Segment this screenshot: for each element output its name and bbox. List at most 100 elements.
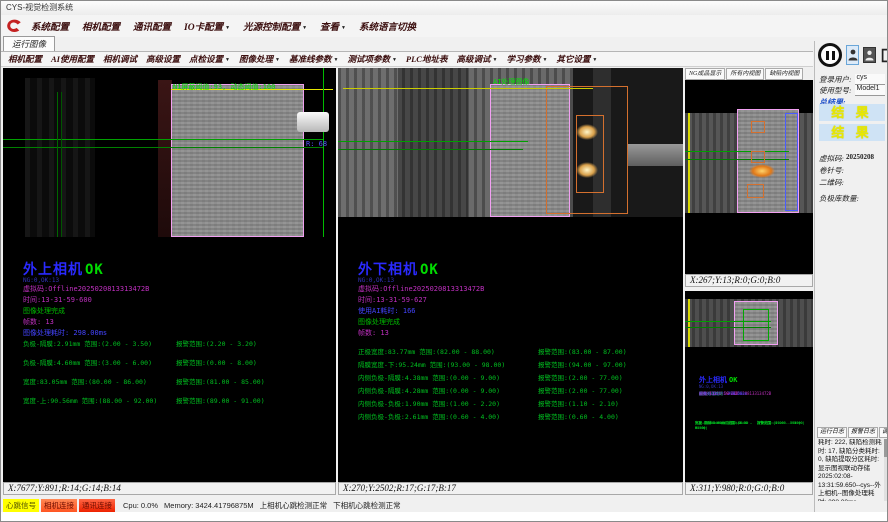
tab-run-image[interactable]: 运行图像: [3, 36, 55, 51]
measure-line-green: [685, 321, 771, 322]
measure-line-green: [3, 139, 323, 140]
ai-overlay-text: AI处理图像: [493, 77, 529, 87]
toolbar-item[interactable]: AI使用配置: [51, 53, 94, 65]
preview-top-view[interactable]: [685, 80, 813, 274]
measurement-alarm-range: 报警范围:(94.00 - 97.00): [538, 359, 627, 372]
exit-door-icon: [881, 48, 888, 63]
lower-camera-heartbeat-text: 下相机心跳检测正常: [333, 500, 401, 511]
memory-usage-text: Memory: 3424.41796875M: [164, 501, 254, 510]
dropdown-caret-icon: [223, 23, 230, 33]
exit-button[interactable]: [880, 45, 888, 65]
toolbar-item[interactable]: 高级设置: [146, 53, 180, 65]
camera-info-lines: 虚拟码:Offline2025020813313472B 时间:13-31-59…: [23, 284, 149, 339]
ai-detect-box-orange: [751, 151, 765, 163]
baseline-overlay-yellow: [343, 88, 593, 89]
measurement-row: 正极宽度:83.77mm 范围:(82.00 - 88.00) 报警范围:(83…: [358, 346, 677, 359]
heartbeat-status-badge: 心跳信号: [3, 499, 39, 512]
barcode-line: 虚拟码:Offline2025020813313472B: [23, 284, 149, 295]
measure-line-green: [685, 159, 789, 160]
time-line: 时间:13-31-59-600: [23, 295, 149, 306]
measurement-row: 内侧负极-隔膜:4.28mm 范围:(0.00 - 9.00) 报警范围:(2.…: [358, 385, 677, 398]
baseline-overlay-yellow: [688, 113, 690, 213]
measurement-value: 负极-隔膜:2.91mm 范围:(2.00 - 3.50): [23, 338, 176, 357]
log-tab[interactable]: 运行日志: [817, 427, 847, 438]
app-logo-icon: [5, 18, 23, 34]
total-result-blocks: 结 果 结 果: [819, 104, 885, 144]
toolbar-item[interactable]: 高级调试: [456, 53, 497, 65]
menu-item[interactable]: 相机配置: [82, 19, 120, 33]
menu-item[interactable]: 光源控制配置: [243, 19, 307, 33]
window-bottom-strip: [1, 512, 888, 522]
preview-tab[interactable]: 所有内视图: [726, 68, 764, 80]
menu-item[interactable]: 查看: [320, 19, 346, 33]
window-title: CYS-视觉检测系统: [6, 3, 73, 12]
menu-item[interactable]: 系统配置: [31, 19, 69, 33]
tab-connector-blob: [297, 112, 329, 132]
defect-highlight-blob: [576, 124, 598, 140]
ok-ng-counter: NG:0,OK:13: [358, 277, 394, 284]
toolbar-item[interactable]: 测试项参数: [347, 53, 396, 65]
measurement-value: 内侧负极-负极:1.90mm 范围:(1.00 - 2.20): [358, 398, 538, 411]
user-switch-button[interactable]: [863, 47, 876, 63]
toolbar-item[interactable]: 其它设置: [556, 53, 597, 65]
preview-bottom-view[interactable]: 外上相机OK NG:0,OK:13 虚拟码:Offline20250208133…: [685, 291, 813, 482]
menu-item[interactable]: IO卡配置: [184, 19, 230, 33]
model-value: Model1: [855, 85, 885, 96]
needle-number-label: 卷针号:: [819, 165, 844, 176]
user-icon: [848, 49, 858, 61]
left-camera-coords-bar: X:7677;Y:891;R:14;G:14;B:14: [3, 482, 336, 495]
log-tab[interactable]: 报警日志: [848, 427, 878, 438]
camera-link-status-badge: 相机连接: [41, 499, 77, 512]
camera-title: 外上相机OK: [23, 259, 104, 279]
upper-camera-heartbeat-text: 上相机心跳检测正常: [260, 500, 328, 511]
preview-tab[interactable]: 缺陷内视图: [765, 68, 803, 80]
measure-line-green: [3, 147, 323, 148]
right-camera-results: 外下相机OK NG:0,OK:13 虚拟码:Offline20250208133…: [338, 217, 683, 482]
log-tab[interactable]: 调试日志: [879, 427, 888, 438]
ai-detect-box-orange: [751, 121, 765, 133]
process-done-line: 图像处理完成: [23, 306, 149, 317]
measurement-row: 宽度-上:90.56mm 范围:(88.00 - 92.00) 报警范围:(89…: [695, 421, 805, 430]
toolbar-item[interactable]: 图像处理: [239, 53, 280, 65]
barcode-value: 20250208: [846, 153, 874, 164]
toolbar-item[interactable]: 点检设置: [189, 53, 230, 65]
menu-item[interactable]: 通讯配置: [133, 19, 171, 33]
log-scrollbar[interactable]: [884, 439, 888, 501]
user-login-button[interactable]: [846, 45, 859, 65]
toolbar-item[interactable]: 基准线参数: [289, 53, 338, 65]
left-camera-view[interactable]: N1屏蔽阈值:93, 动态阈值:100 R: 68: [3, 68, 336, 237]
toolbar-item[interactable]: 学习参数: [506, 53, 547, 65]
frame-count-line: 帧数: 13: [358, 328, 484, 339]
threshold-overlay-text: N1屏蔽阈值:93, 动态阈值:100: [173, 82, 275, 92]
menu-item[interactable]: 系统语言切换: [359, 19, 416, 33]
measure-line-green: [685, 151, 789, 152]
preview-tab[interactable]: NG成品显示: [685, 68, 725, 80]
detect-box-green: [743, 309, 769, 341]
measurement-alarm-range: 报警范围:(2.20 - 3.20): [176, 338, 257, 357]
toolbar: 相机配置 AI使用配置 相机调试 高级设置 点检设置 图像处理 基准线参数 测试…: [1, 52, 813, 67]
pause-icon: [832, 51, 835, 60]
scrollbar-thumb[interactable]: [884, 439, 888, 457]
log-tabs: 运行日志 报警日志 调试日志: [817, 427, 888, 438]
measurement-row: 宽度:83.05mm 范围:(80.00 - 86.00) 报警范围:(81.0…: [23, 376, 330, 395]
measurement-alarm-range: 报警范围:(83.00 - 87.00): [538, 346, 627, 359]
anode-count-label: 负极库数量:: [819, 193, 859, 204]
process-done-line: 图像处理完成: [358, 317, 484, 328]
left-camera-panel: N1屏蔽阈值:93, 动态阈值:100 R: 68 外上相机OK NG:0,OK…: [3, 68, 336, 482]
detect-box-blue: [785, 113, 798, 211]
toolbar-item[interactable]: 相机调试: [103, 53, 137, 65]
pause-button[interactable]: [818, 43, 842, 67]
preview-bottom-coords-bar: X:311;Y:980;R:0;G:0;B:0: [685, 482, 813, 495]
right-camera-view[interactable]: AI处理图像: [338, 68, 683, 217]
ai-time-line: 使用AI耗时: 166: [358, 306, 484, 317]
dropdown-caret-icon: [331, 54, 338, 64]
measurement-value: 负极-隔膜:4.60mm 范围:(3.00 - 6.00): [23, 357, 176, 376]
toolbar-item[interactable]: 相机配置: [8, 53, 42, 65]
measurement-row: 内侧负极-负极:1.90mm 范围:(1.00 - 2.20) 报警范围:(1.…: [358, 398, 677, 411]
dropdown-caret-icon: [490, 54, 497, 64]
dropdown-caret-icon: [300, 23, 307, 33]
toolbar-item[interactable]: PLC地址表: [406, 53, 448, 65]
measurement-value: 宽度:83.05mm 范围:(80.00 - 86.00): [23, 376, 176, 395]
ai-detect-box-orange: [747, 184, 764, 198]
right-sidebar: 登录用户: cys 使用型号: Model1 总结果: 结 果 结 果 虚拟码:…: [814, 41, 888, 512]
